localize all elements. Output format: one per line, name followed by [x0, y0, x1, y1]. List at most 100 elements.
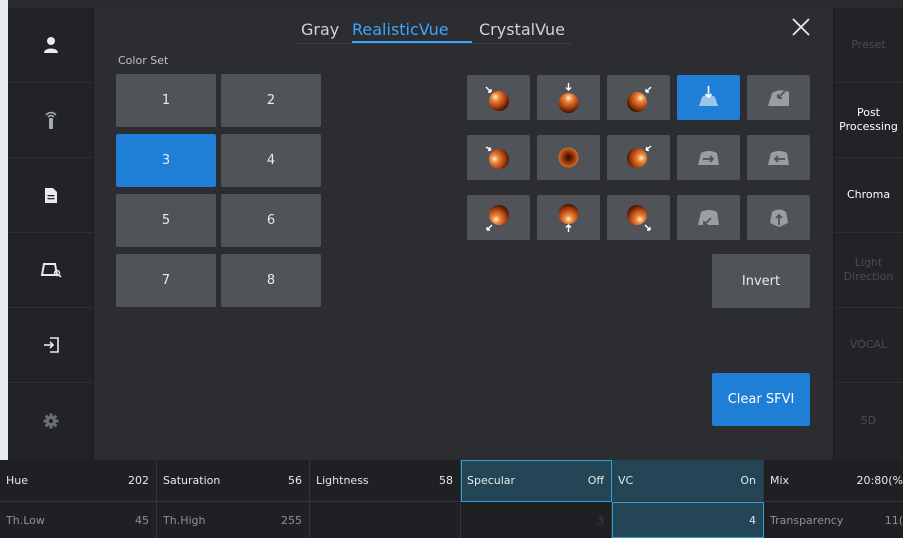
color-set-button-7[interactable]: 7	[116, 254, 216, 307]
5d-button[interactable]: 5D	[834, 383, 903, 458]
light-right-button[interactable]	[607, 135, 670, 180]
sphere-light-right-icon	[627, 145, 652, 168]
sphere-light-bottom-left-icon	[486, 205, 509, 231]
param-value: 4	[749, 513, 756, 527]
param-label: Th.High	[163, 513, 206, 527]
shape-light-right-icon	[768, 151, 789, 165]
light-shape-left-button[interactable]	[677, 135, 740, 180]
image-review-button[interactable]	[8, 233, 93, 308]
settings-button[interactable]	[8, 383, 93, 458]
tab-gray[interactable]: Gray	[301, 18, 339, 42]
color-set-button-8[interactable]: 8	[221, 254, 321, 307]
invert-button[interactable]: Invert	[712, 254, 810, 308]
param-specular[interactable]: Specular Off	[461, 460, 612, 502]
sphere-light-top-right-icon	[627, 86, 652, 112]
preset-button[interactable]: Preset	[834, 8, 903, 83]
post-processing-button[interactable]: Post Processing	[834, 83, 903, 158]
param-value: 255	[281, 513, 302, 527]
param-vc-level[interactable]: 4	[612, 502, 764, 538]
light-bottom-button[interactable]	[537, 195, 600, 240]
param-value: On	[740, 474, 756, 487]
light-shape-bottom-left-button[interactable]	[677, 195, 740, 240]
light-left-button[interactable]	[467, 135, 530, 180]
close-button[interactable]	[788, 14, 814, 40]
param-transparency[interactable]: Transparency 11(	[764, 502, 903, 538]
param-saturation[interactable]: Saturation 56	[157, 460, 310, 502]
clear-sfvi-button[interactable]: Clear SFVI	[712, 373, 810, 426]
param-value: 3	[597, 513, 604, 527]
param-empty	[310, 502, 461, 538]
tab-crystalvue[interactable]: CrystalVue	[479, 18, 565, 42]
probe-button[interactable]	[8, 83, 93, 158]
light-direction-button[interactable]: Light Direction	[834, 233, 903, 308]
left-sidebar	[8, 8, 93, 460]
page-edge	[0, 0, 8, 538]
param-label: Th.Low	[6, 513, 45, 527]
param-value: Off	[587, 474, 604, 487]
param-label: Saturation	[163, 474, 221, 487]
param-value: 11(	[884, 513, 903, 527]
light-top-right-button[interactable]	[607, 75, 670, 120]
report-button[interactable]	[8, 158, 93, 233]
light-bottom-right-button[interactable]	[607, 195, 670, 240]
param-specular-level[interactable]: 3	[461, 502, 612, 538]
patient-icon	[43, 37, 58, 53]
close-icon	[792, 18, 810, 36]
color-set-button-6[interactable]: 6	[221, 194, 321, 247]
active-tab-indicator	[352, 41, 472, 43]
sphere-light-top-left-icon	[485, 86, 509, 111]
color-set-button-1[interactable]: 1	[116, 74, 216, 127]
param-label: Hue	[6, 474, 29, 487]
app-window: Gray RealisticVue CrystalVue Color Set 1…	[0, 0, 903, 538]
shape-light-left-icon	[698, 151, 719, 165]
tab-divider	[294, 43, 572, 44]
param-lightness[interactable]: Lightness 58	[310, 460, 461, 502]
param-value: 45	[135, 513, 149, 527]
sphere-light-center-icon	[558, 147, 579, 168]
param-hue[interactable]: Hue 202	[0, 460, 157, 502]
param-vc[interactable]: VC On	[612, 460, 764, 502]
param-label: Transparency	[770, 513, 844, 527]
light-shape-right-button[interactable]	[747, 135, 810, 180]
param-value: 20:80(%	[856, 474, 903, 487]
shape-light-bottom-icon	[770, 209, 788, 227]
shape-light-top-right-icon	[768, 90, 789, 106]
param-mix[interactable]: Mix 20:80(%	[764, 460, 903, 502]
light-top-button[interactable]	[537, 75, 600, 120]
sphere-light-top-icon	[558, 83, 579, 113]
vocal-button[interactable]: VOCAL	[834, 308, 903, 383]
light-shape-top-right-button[interactable]	[747, 75, 810, 120]
report-icon	[44, 187, 57, 203]
param-value: 202	[128, 474, 149, 487]
shape-light-top-icon	[699, 86, 718, 106]
color-set-button-3[interactable]: 3	[116, 134, 216, 187]
parameter-bar: Hue 202 Saturation 56 Lightness 58 Specular…	[0, 460, 903, 538]
sphere-light-bottom-right-icon	[627, 205, 651, 231]
light-shape-bottom-button[interactable]	[747, 195, 810, 240]
color-set-label: Color Set	[118, 54, 169, 67]
shape-light-bottom-left-icon	[698, 210, 719, 226]
color-set-button-2[interactable]: 2	[221, 74, 321, 127]
param-label: Mix	[770, 474, 790, 487]
light-center-button[interactable]	[537, 135, 600, 180]
tab-realisticvue[interactable]: RealisticVue	[352, 18, 449, 42]
probe-icon	[44, 111, 57, 129]
param-label: Lightness	[316, 474, 369, 487]
color-set-button-4[interactable]: 4	[221, 134, 321, 187]
exit-icon	[43, 337, 59, 353]
light-top-left-button[interactable]	[467, 75, 530, 120]
chroma-button[interactable]: Chroma	[834, 158, 903, 233]
main-panel: Gray RealisticVue CrystalVue Color Set 1…	[93, 8, 834, 460]
sphere-light-left-icon	[485, 146, 509, 169]
param-label: VC	[618, 474, 634, 487]
right-sidebar: Preset Post Processing Chroma Light Dire…	[834, 8, 903, 460]
color-set-button-5[interactable]: 5	[116, 194, 216, 247]
param-th-low[interactable]: Th.Low 45	[0, 502, 157, 538]
param-th-high[interactable]: Th.High 255	[157, 502, 310, 538]
sphere-light-bottom-icon	[558, 204, 579, 232]
patient-button[interactable]	[8, 8, 93, 83]
light-shape-top-button[interactable]	[677, 75, 740, 120]
light-bottom-left-button[interactable]	[467, 195, 530, 240]
param-value: 58	[439, 474, 453, 487]
exit-button[interactable]	[8, 308, 93, 383]
